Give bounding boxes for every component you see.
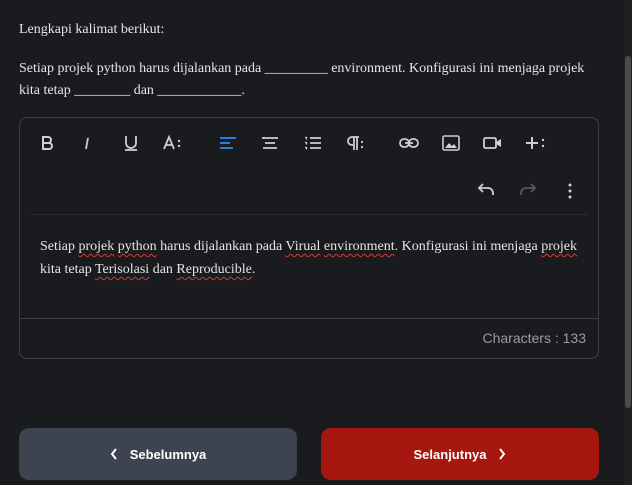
- undo-icon[interactable]: [473, 178, 499, 204]
- content-text: . Konfigurasi ini menjaga: [394, 239, 542, 254]
- editor-toolbar-secondary: [20, 178, 598, 208]
- align-center-icon[interactable]: [257, 130, 283, 156]
- scrollbar-track[interactable]: [624, 0, 632, 485]
- ordered-list-icon[interactable]: [300, 130, 326, 156]
- character-count: Characters : 133: [482, 330, 587, 346]
- misspelled-word: Terisolasi: [94, 262, 150, 277]
- page: Lengkapi kalimat berikut: Setiap projek …: [0, 0, 624, 485]
- toolbar-divider: [30, 214, 588, 215]
- question-line-1: Setiap projek python harus dijalankan pa…: [19, 61, 585, 76]
- editor-footer-divider: [20, 318, 598, 319]
- link-icon[interactable]: [396, 130, 422, 156]
- content-text: dan: [149, 262, 177, 277]
- more-options-icon[interactable]: [557, 178, 583, 204]
- video-icon[interactable]: [480, 130, 506, 156]
- more-insert-icon[interactable]: [522, 130, 548, 156]
- question-line-2: kita tetap ________ dan ____________.: [19, 83, 245, 98]
- chevron-right-icon: [498, 448, 506, 460]
- underline-icon[interactable]: [118, 130, 144, 156]
- content-text: Setiap: [40, 239, 79, 254]
- misspelled-word: projek: [78, 239, 115, 254]
- content-text: harus dijalankan pada: [156, 239, 286, 254]
- rich-text-editor: Setiap projek python harus dijalankan pa…: [19, 117, 599, 359]
- align-left-icon[interactable]: [215, 130, 241, 156]
- editor-toolbar: [20, 118, 598, 168]
- bold-icon[interactable]: [34, 130, 60, 156]
- content-text: kita tetap: [40, 262, 95, 277]
- paragraph-format-icon[interactable]: [342, 130, 368, 156]
- scrollbar-thumb[interactable]: [625, 56, 631, 408]
- next-button-label: Selanjutnya: [413, 446, 487, 462]
- misspelled-word: Virual: [285, 239, 321, 254]
- font-size-icon[interactable]: [160, 130, 186, 156]
- instruction-text: Lengkapi kalimat berikut:: [19, 22, 165, 37]
- redo-icon[interactable]: [515, 178, 541, 204]
- previous-button[interactable]: Sebelumnya: [19, 428, 297, 480]
- image-icon[interactable]: [438, 130, 464, 156]
- editor-content[interactable]: Setiap projek python harus dijalankan pa…: [40, 235, 585, 281]
- misspelled-word: Reproducible: [176, 262, 252, 277]
- italic-icon[interactable]: [76, 130, 102, 156]
- content-text: .: [251, 262, 256, 277]
- question-text: Setiap projek python harus dijalankan pa…: [19, 58, 599, 102]
- misspelled-word: projek: [541, 239, 578, 254]
- next-button[interactable]: Selanjutnya: [321, 428, 599, 480]
- previous-button-label: Sebelumnya: [129, 446, 207, 462]
- misspelled-word: environment: [323, 239, 395, 254]
- misspelled-word: python: [117, 239, 157, 254]
- chevron-left-icon: [110, 448, 118, 460]
